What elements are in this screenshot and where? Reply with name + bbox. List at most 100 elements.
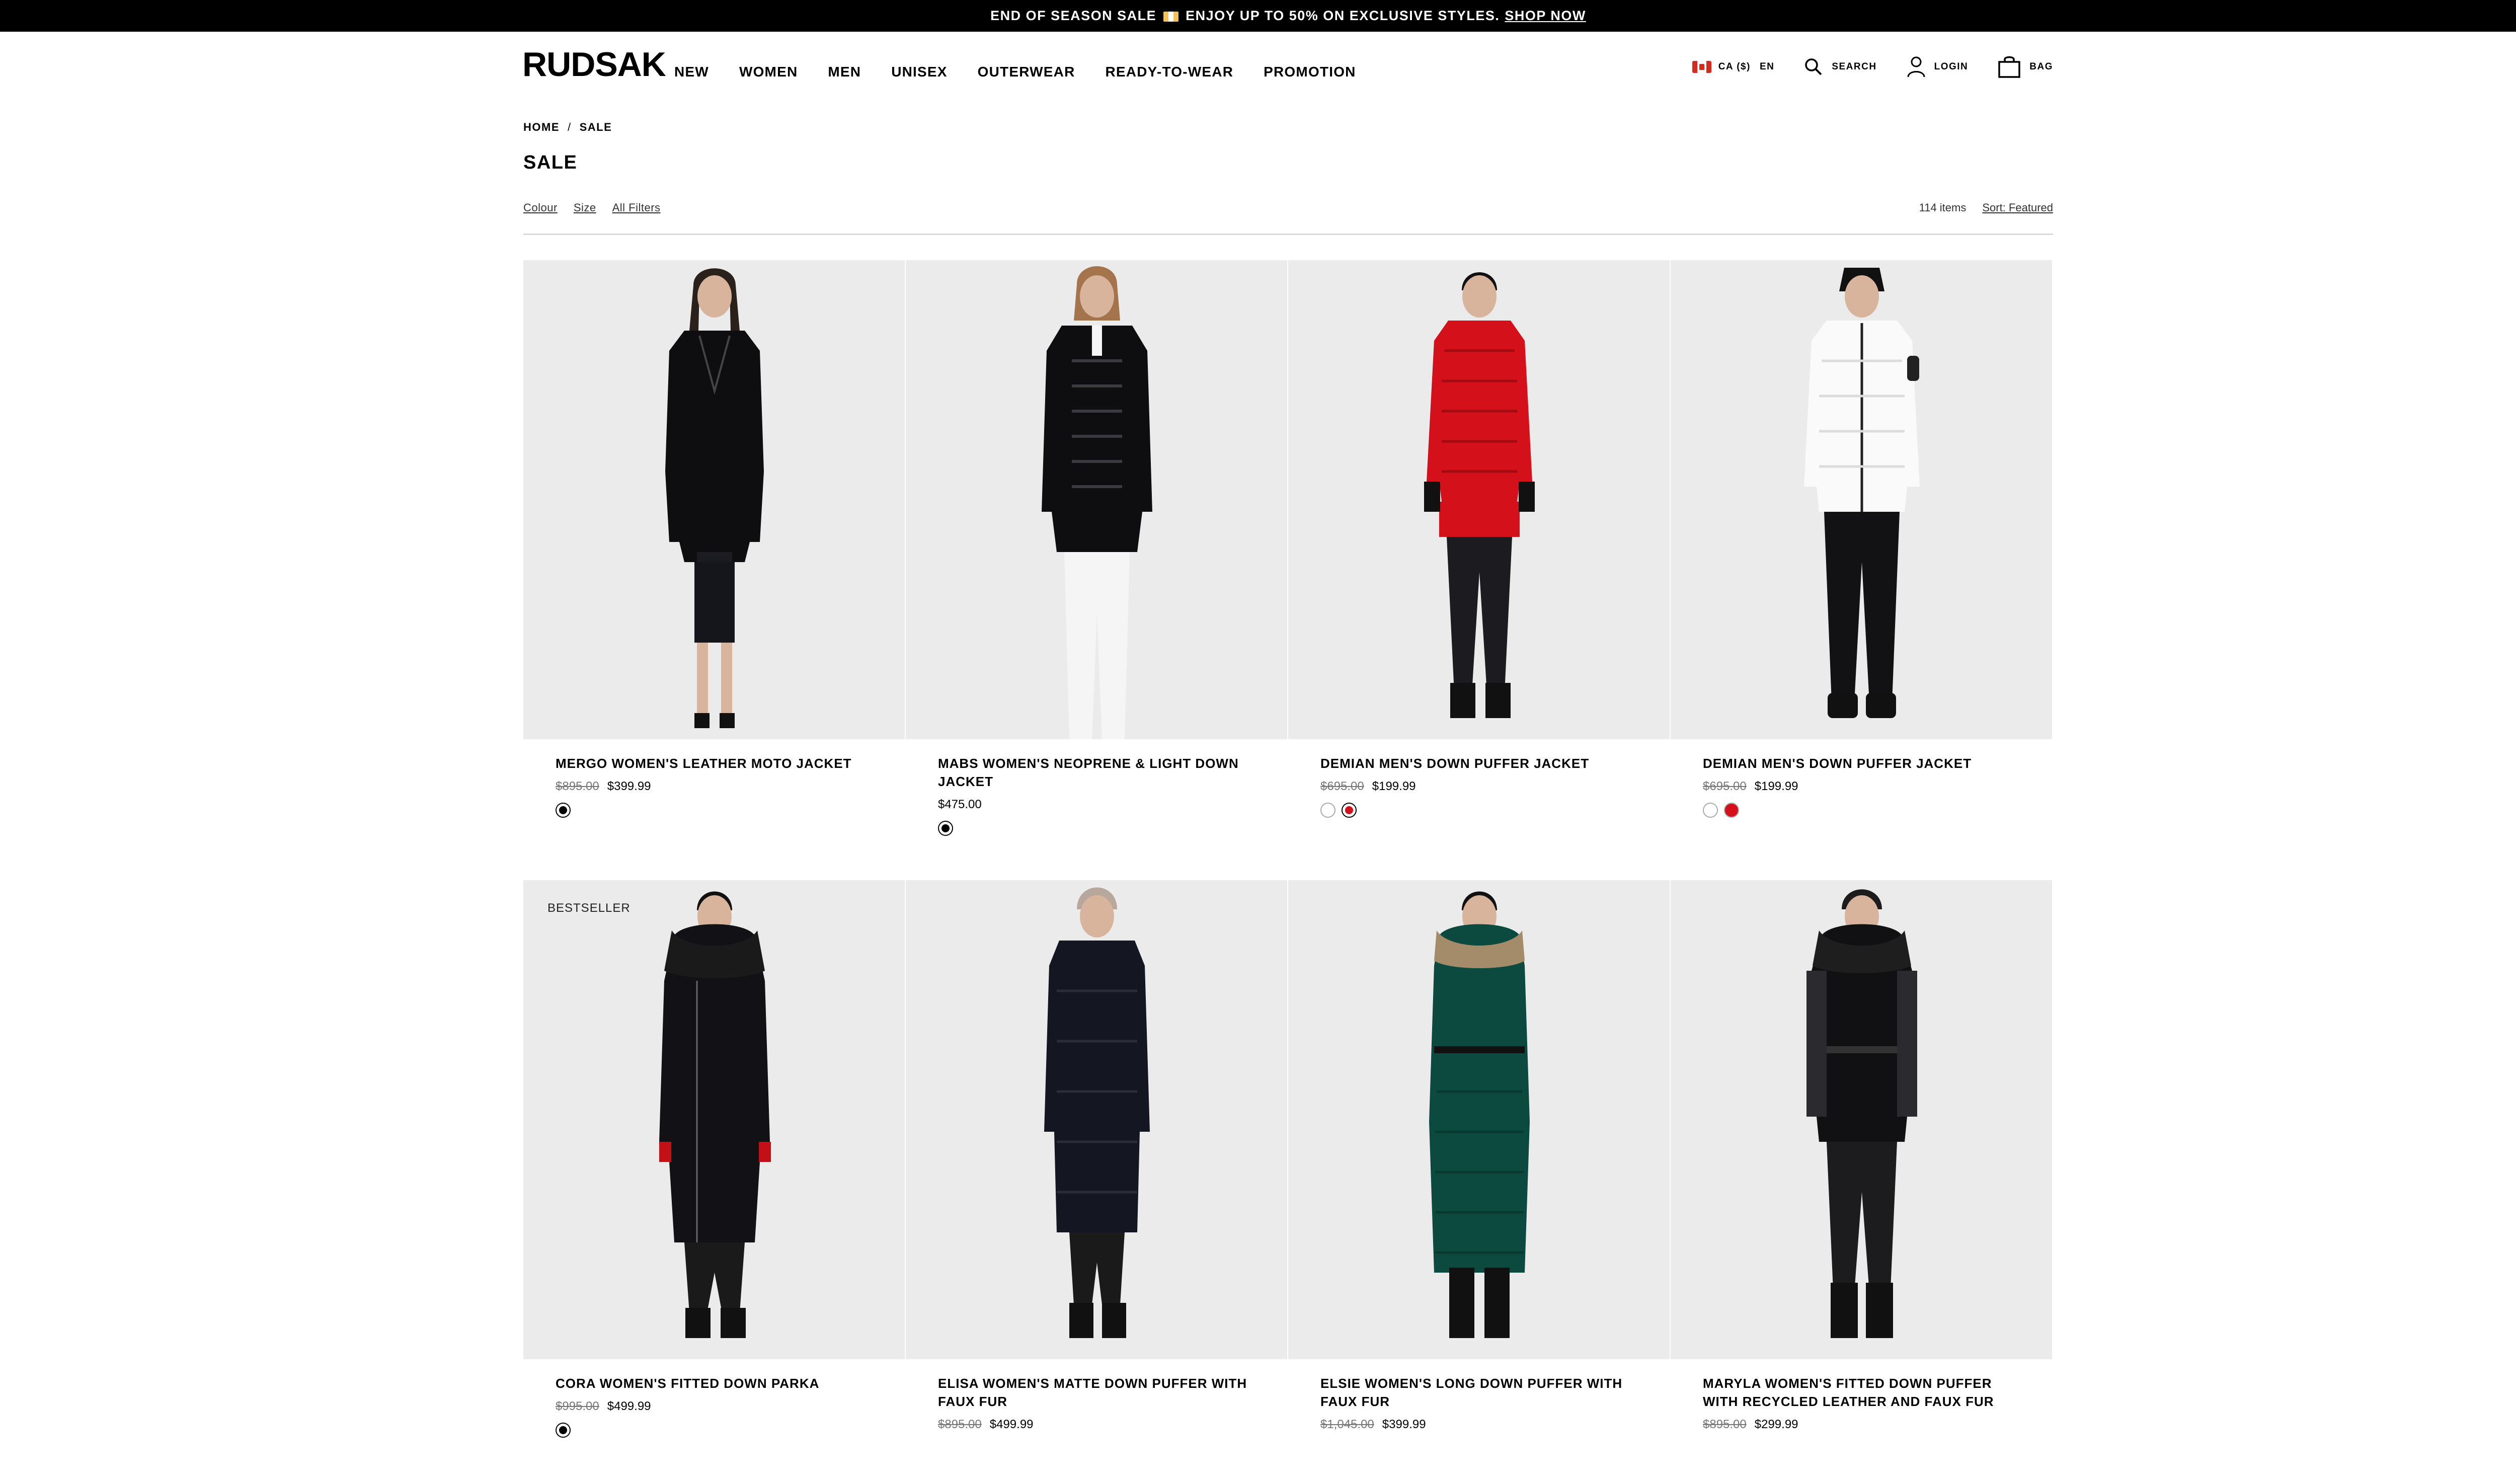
- product-card[interactable]: MABS WOMEN'S NEOPRENE & LIGHT DOWN JACKE…: [906, 260, 1288, 844]
- bestseller-badge: BESTSELLER: [547, 901, 631, 915]
- breadcrumb-separator: /: [568, 121, 572, 133]
- sale-price: $499.99: [607, 1399, 651, 1413]
- divider: [523, 233, 2053, 235]
- product-card[interactable]: BESTSELLER CORA WOMEN'S FITTED DOWN PARKA…: [523, 880, 906, 1484]
- breadcrumb-sale[interactable]: SALE: [580, 121, 612, 134]
- shop-now-link[interactable]: SHOP NOW: [1505, 8, 1586, 24]
- sale-price: $399.99: [1382, 1418, 1426, 1431]
- color-swatch[interactable]: [556, 803, 571, 818]
- product-image[interactable]: [1671, 260, 2053, 739]
- search-button[interactable]: SEARCH: [1803, 57, 1876, 77]
- ticket-icon: [1163, 11, 1179, 22]
- product-card[interactable]: ELSIE WOMEN'S LONG DOWN PUFFER WITH FAUX…: [1288, 880, 1671, 1484]
- bag-label: BAG: [2029, 61, 2053, 72]
- bag-button[interactable]: BAG: [1997, 55, 2053, 79]
- product-name[interactable]: DEMIAN MEN'S DOWN PUFFER JACKET: [1703, 754, 2021, 772]
- product-prices: $475.00: [938, 798, 1256, 812]
- product-image[interactable]: [906, 260, 1288, 739]
- color-swatches: [1320, 803, 1638, 818]
- original-price: $895.00: [1703, 1418, 1747, 1431]
- brand-logo[interactable]: RUDSAK: [522, 47, 666, 82]
- color-swatches: [556, 1423, 874, 1438]
- product-image[interactable]: [906, 880, 1288, 1359]
- product-name[interactable]: MARYLA WOMEN'S FITTED DOWN PUFFER WITH R…: [1703, 1374, 2021, 1411]
- original-price: $695.00: [1320, 779, 1364, 793]
- product-photo-figure: [1044, 887, 1150, 1338]
- product-photo-figure: [1429, 891, 1530, 1338]
- product-photo-figure: [665, 268, 764, 728]
- product-photo-figure: [1424, 272, 1535, 718]
- locale-language: EN: [1759, 61, 1775, 72]
- color-swatch[interactable]: [1320, 803, 1335, 818]
- product-name[interactable]: DEMIAN MEN'S DOWN PUFFER JACKET: [1320, 754, 1638, 772]
- original-price: $895.00: [556, 779, 599, 793]
- product-card[interactable]: MERGO WOMEN'S LEATHER MOTO JACKET $895.00…: [523, 260, 906, 844]
- original-price: $1,045.00: [1320, 1418, 1374, 1431]
- product-prices: $895.00 $299.99: [1703, 1418, 2021, 1432]
- nav-men[interactable]: MEN: [828, 63, 861, 81]
- product-prices: $1,045.00 $399.99: [1320, 1418, 1638, 1432]
- search-label: SEARCH: [1832, 61, 1877, 72]
- color-swatch[interactable]: [556, 1423, 571, 1438]
- page-title: SALE: [523, 152, 578, 173]
- filter-colour[interactable]: Colour: [523, 201, 558, 214]
- product-card[interactable]: DEMIAN MEN'S DOWN PUFFER JACKET $695.00 $1…: [1671, 260, 2053, 844]
- color-swatch[interactable]: [938, 821, 953, 836]
- sale-price: $475.00: [938, 798, 982, 811]
- shopping-bag-icon: [1998, 56, 2021, 78]
- product-image[interactable]: [1288, 260, 1671, 739]
- color-swatches: [938, 821, 1256, 836]
- product-image[interactable]: [523, 260, 906, 739]
- product-name[interactable]: ELSIE WOMEN'S LONG DOWN PUFFER WITH FAUX…: [1320, 1374, 1638, 1411]
- nav-unisex[interactable]: UNISEX: [891, 63, 947, 81]
- nav-ready-to-wear[interactable]: READY-TO-WEAR: [1106, 63, 1234, 81]
- sale-price: $499.99: [989, 1418, 1034, 1431]
- product-name[interactable]: MERGO WOMEN'S LEATHER MOTO JACKET: [556, 754, 874, 772]
- product-name[interactable]: CORA WOMEN'S FITTED DOWN PARKA: [556, 1374, 874, 1392]
- product-prices: $895.00 $499.99: [938, 1418, 1256, 1432]
- filter-size[interactable]: Size: [574, 201, 596, 214]
- product-card[interactable]: DEMIAN MEN'S DOWN PUFFER JACKET $695.00 $1…: [1288, 260, 1671, 844]
- sort-dropdown[interactable]: Sort: Featured: [1982, 201, 2053, 214]
- search-icon: [1805, 58, 1822, 75]
- announcement-bar: END OF SEASON SALE ENJOY UP TO 50% ON EX…: [0, 0, 2516, 32]
- nav-women[interactable]: WOMEN: [739, 63, 798, 81]
- filter-all[interactable]: All Filters: [612, 201, 661, 214]
- user-icon: [1907, 56, 1925, 77]
- color-swatch[interactable]: [1342, 803, 1357, 818]
- product-name[interactable]: MABS WOMEN'S NEOPRENE & LIGHT DOWN JACKE…: [938, 754, 1256, 791]
- product-photo-figure: [659, 891, 771, 1338]
- product-card[interactable]: MARYLA WOMEN'S FITTED DOWN PUFFER WITH R…: [1671, 880, 2053, 1484]
- color-swatch[interactable]: [1724, 803, 1739, 818]
- nav-outerwear[interactable]: OUTERWEAR: [978, 63, 1075, 81]
- original-price: $695.00: [1703, 779, 1747, 793]
- product-prices: $995.00 $499.99: [556, 1399, 874, 1414]
- product-card[interactable]: ELISA WOMEN'S MATTE DOWN PUFFER WITH FAU…: [906, 880, 1288, 1484]
- product-image[interactable]: [1288, 880, 1671, 1359]
- product-photo-figure: [1806, 889, 1917, 1338]
- sale-price: $199.99: [1754, 779, 1798, 793]
- color-swatch[interactable]: [1703, 803, 1718, 818]
- product-grid: MERGO WOMEN'S LEATHER MOTO JACKET $895.00…: [523, 260, 2053, 1484]
- filter-bar: Colour Size All Filters: [523, 201, 677, 214]
- product-photo-figure: [1042, 266, 1152, 739]
- login-button[interactable]: LOGIN: [1906, 56, 1969, 78]
- item-count: 114 items: [1919, 201, 1967, 214]
- original-price: $895.00: [938, 1418, 982, 1431]
- main-nav: NEW WOMEN MEN UNISEX OUTERWEAR READY-TO-…: [674, 63, 1386, 81]
- sale-price: $299.99: [1754, 1418, 1798, 1431]
- locale-currency: CA ($): [1718, 61, 1751, 72]
- breadcrumb-home[interactable]: HOME: [523, 121, 560, 134]
- breadcrumb: HOME / SALE: [523, 121, 612, 134]
- nav-promotion[interactable]: PROMOTION: [1264, 63, 1356, 81]
- product-prices: $895.00 $399.99: [556, 779, 874, 794]
- product-name[interactable]: ELISA WOMEN'S MATTE DOWN PUFFER WITH FAU…: [938, 1374, 1256, 1411]
- color-swatches: [1703, 803, 2021, 818]
- locale-selector[interactable]: CA ($) EN: [1692, 61, 1775, 73]
- nav-new[interactable]: NEW: [674, 63, 709, 81]
- product-prices: $695.00 $199.99: [1320, 779, 1638, 794]
- product-image[interactable]: [1671, 880, 2053, 1359]
- product-image[interactable]: BESTSELLER: [523, 880, 906, 1359]
- login-label: LOGIN: [1934, 61, 1969, 72]
- canada-flag-icon: [1692, 61, 1711, 73]
